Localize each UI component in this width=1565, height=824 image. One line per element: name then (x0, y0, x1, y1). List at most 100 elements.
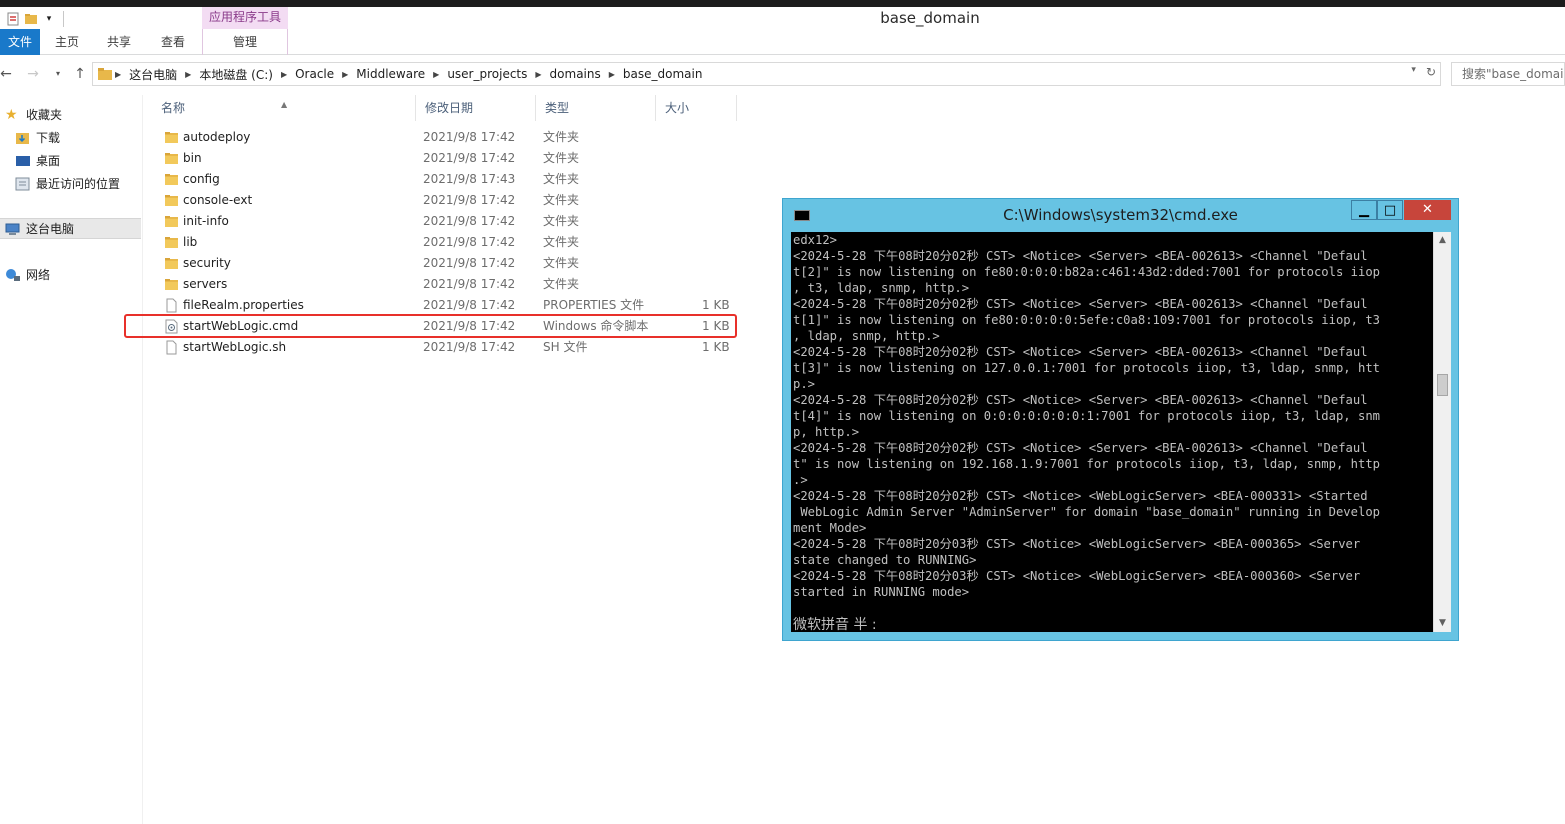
column-header-date[interactable]: 修改日期 (416, 95, 536, 121)
breadcrumb-user-projects[interactable]: user_projects (441, 67, 533, 81)
file-date: 2021/9/8 17:42 (423, 193, 516, 207)
address-dropdown-icon[interactable]: ▾ (1411, 65, 1416, 79)
file-row[interactable]: bin 2021/9/8 17:42 文件夹 (157, 148, 737, 169)
address-bar[interactable]: ▶ 这台电脑 ▶ 本地磁盘 (C:) ▶ Oracle ▶ Middleware… (92, 62, 1441, 86)
computer-icon (5, 223, 20, 235)
forward-arrow-icon[interactable]: → (23, 64, 43, 84)
file-name: console-ext (183, 193, 253, 207)
breadcrumb-separator-icon: ▶ (185, 69, 192, 79)
tab-home[interactable]: 主页 (46, 29, 88, 55)
scroll-up-icon[interactable]: ▲ (1434, 232, 1451, 249)
nav-favorites[interactable]: ★ 收藏夹 (0, 104, 141, 125)
column-header-type[interactable]: 类型 (536, 95, 656, 121)
file-date: 2021/9/8 17:42 (423, 235, 516, 249)
refresh-icon[interactable]: ↻ (1426, 65, 1436, 79)
file-type: 文件夹 (543, 130, 580, 144)
address-row: ← → ▾ ↑ ▶ 这台电脑 ▶ 本地磁盘 (C:) ▶ Oracle ▶ Mi… (0, 60, 1565, 88)
cmd-console[interactable]: edx12> <2024-5-28 下午08时20分02秒 CST> <Notic… (791, 232, 1451, 632)
network-icon (6, 268, 20, 281)
tab-manage[interactable]: 管理 (202, 29, 288, 55)
file-row[interactable]: lib 2021/9/8 17:42 文件夹 (157, 232, 737, 253)
minimize-icon: ▁ (1359, 203, 1369, 218)
scroll-thumb[interactable] (1437, 374, 1448, 396)
column-header-name[interactable]: ▲ 名称 (152, 95, 416, 121)
breadcrumb: ▶ 这台电脑 ▶ 本地磁盘 (C:) ▶ Oracle ▶ Middleware… (97, 63, 708, 85)
nav-favorites-label: 收藏夹 (26, 108, 63, 122)
breadcrumb-this-pc[interactable]: 这台电脑 (123, 66, 183, 83)
console-line: state changed to RUNNING> (793, 553, 977, 567)
file-row[interactable]: config 2021/9/8 17:43 文件夹 (157, 169, 737, 190)
file-name: security (183, 256, 231, 270)
column-header-size[interactable]: 大小 (656, 95, 737, 121)
breadcrumb-domains[interactable]: domains (544, 67, 607, 81)
console-line: <2024-5-28 下午08时20分02秒 CST> <Notice> <Se… (793, 297, 1368, 311)
console-line: t[2]" is now listening on fe80:0:0:0:b82… (793, 265, 1380, 279)
file-row[interactable]: security 2021/9/8 17:42 文件夹 (157, 253, 737, 274)
console-line: .> (793, 473, 808, 487)
console-line: t[3]" is now listening on 127.0.0.1:7001… (793, 361, 1380, 375)
console-line: edx12> (793, 233, 838, 247)
nav-this-pc[interactable]: 这台电脑 (0, 218, 141, 239)
cmd-window: C:\Windows\system32\cmd.exe ▁ □ ✕ edx12>… (782, 198, 1459, 641)
up-arrow-icon[interactable]: ↑ (70, 64, 90, 84)
nav-downloads[interactable]: 下载 (0, 127, 141, 148)
folder-icon (164, 214, 179, 229)
breadcrumb-base-domain[interactable]: base_domain (617, 67, 709, 81)
navigation-pane: ★ 收藏夹 下载 桌面 最近访问的位置 这台电脑 网络 (0, 95, 143, 824)
tab-file[interactable]: 文件 (0, 29, 40, 55)
close-icon: ✕ (1422, 202, 1433, 217)
back-arrow-icon[interactable]: ← (0, 64, 16, 84)
breadcrumb-middleware[interactable]: Middleware (350, 67, 431, 81)
file-row[interactable]: servers 2021/9/8 17:42 文件夹 (157, 274, 737, 295)
file-type: 文件夹 (543, 256, 580, 270)
file-name: config (183, 172, 220, 186)
recent-places-icon (15, 177, 30, 190)
file-row[interactable]: autodeploy 2021/9/8 17:42 文件夹 (157, 127, 737, 148)
nav-network[interactable]: 网络 (0, 264, 141, 285)
cmd-scrollbar[interactable]: ▲ ▼ (1433, 232, 1451, 632)
nav-network-label: 网络 (26, 268, 51, 282)
tab-share[interactable]: 共享 (98, 29, 140, 55)
breadcrumb-oracle[interactable]: Oracle (289, 67, 340, 81)
star-icon: ★ (5, 106, 18, 123)
file-row[interactable]: init-info 2021/9/8 17:42 文件夹 (157, 211, 737, 232)
folder-icon (164, 256, 179, 271)
search-input[interactable]: 搜索"base_domain" (1451, 62, 1565, 86)
file-type: 文件夹 (543, 214, 580, 228)
close-button[interactable]: ✕ (1404, 200, 1451, 220)
ribbon-tabs: 文件 主页 共享 查看 管理 (0, 29, 1565, 55)
file-name: init-info (183, 214, 229, 228)
tab-view[interactable]: 查看 (151, 29, 195, 55)
file-size: 1 KB (702, 298, 730, 312)
file-icon (164, 298, 179, 313)
file-row[interactable]: console-ext 2021/9/8 17:42 文件夹 (157, 190, 737, 211)
file-name: servers (183, 277, 228, 291)
file-name: autodeploy (183, 130, 251, 144)
nav-desktop[interactable]: 桌面 (0, 150, 141, 171)
address-actions: ▾ ↻ (1411, 65, 1436, 79)
file-name: lib (183, 235, 198, 249)
file-row[interactable]: startWebLogic.sh 2021/9/8 17:42 SH 文件 1 KB (157, 337, 737, 358)
file-icon (164, 340, 179, 355)
maximize-button[interactable]: □ (1377, 200, 1403, 220)
file-row[interactable]: fileRealm.properties 2021/9/8 17:42 PROPER… (157, 295, 737, 316)
nav-recent[interactable]: 最近访问的位置 (0, 173, 141, 194)
console-line: <2024-5-28 下午08时20分02秒 CST> <Notice> <Se… (793, 345, 1368, 359)
file-size: 1 KB (702, 340, 730, 354)
file-type: 文件夹 (543, 193, 580, 207)
breadcrumb-separator-icon: ▶ (115, 69, 122, 79)
cmd-title-bar[interactable]: C:\Windows\system32\cmd.exe ▁ □ ✕ (783, 199, 1458, 231)
breadcrumb-local-disk[interactable]: 本地磁盘 (C:) (193, 66, 279, 83)
console-line: , ldap, snmp, http.> (793, 329, 940, 343)
ime-status: 微软拼音 半 : (793, 617, 877, 632)
file-name: bin (183, 151, 202, 165)
title-bar: ▾ 应用程序工具 base_domain (0, 7, 1565, 29)
minimize-button[interactable]: ▁ (1351, 200, 1377, 220)
breadcrumb-separator-icon: ▶ (433, 69, 440, 79)
desktop-icon (16, 155, 30, 166)
file-date: 2021/9/8 17:42 (423, 277, 516, 291)
sort-ascending-icon: ▲ (281, 100, 288, 109)
downloads-folder-icon (16, 132, 29, 144)
recent-locations-chevron-icon[interactable]: ▾ (48, 64, 68, 84)
scroll-down-icon[interactable]: ▼ (1434, 615, 1451, 632)
